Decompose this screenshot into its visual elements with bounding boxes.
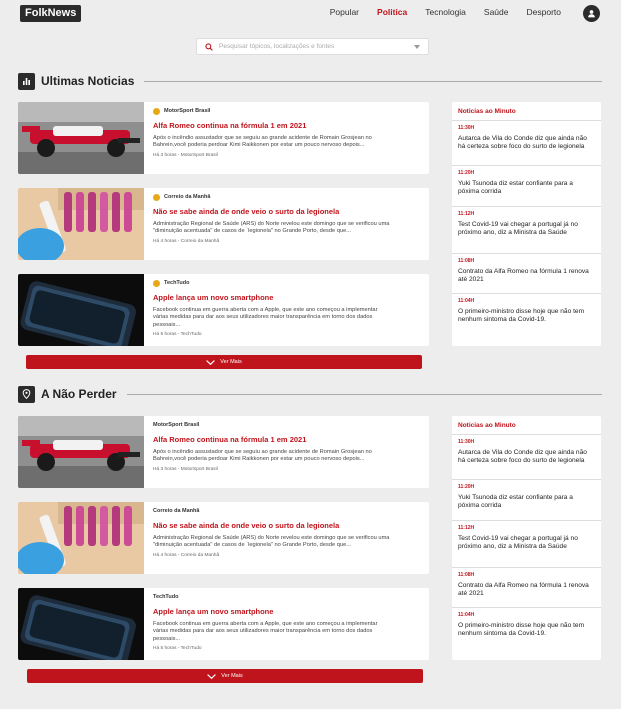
test-tube-image: [18, 188, 144, 260]
article-summary: Facebook continua em guerra aberta com a…: [153, 621, 378, 642]
divider: [126, 393, 602, 395]
minute-news-item[interactable]: 11:08H Contrato da Alfa Romeo na fórmula …: [452, 568, 601, 608]
news-card[interactable]: Correio da Manhã Não se sabe ainda de on…: [18, 188, 429, 260]
nav-popular[interactable]: Popular: [330, 7, 359, 17]
news-card[interactable]: TechTudo Apple lança um novo smartphone …: [18, 588, 429, 660]
f1-car-image: [18, 102, 144, 174]
smartphone-image: [18, 274, 144, 346]
article-meta: Há 3 horas - MotorSport Brasil: [153, 152, 218, 158]
source-logo-icon: [153, 107, 160, 115]
minute-news-item[interactable]: 11:30H Autarca de Vila do Conde diz que a…: [452, 435, 601, 480]
main-nav: Popular Politica Tecnologia Saúde Despor…: [330, 7, 561, 17]
article-title[interactable]: Alfa Romeo continua na fórmula 1 em 2021: [153, 121, 423, 130]
user-avatar[interactable]: [583, 5, 600, 22]
smartphone-image: [18, 588, 144, 660]
divider: [144, 80, 602, 82]
user-icon: [588, 10, 595, 18]
minute-news-item[interactable]: 11:04H O primeiro-ministro disse hoje que…: [452, 294, 601, 342]
source-label: TechTudo: [153, 279, 423, 287]
search-input[interactable]: Pesquisar tópicos, localizações e fontes: [219, 43, 414, 50]
article-title[interactable]: Apple lança um novo smartphone: [153, 607, 423, 616]
minute-news-item[interactable]: 11:12H Test Covid-19 vai chegar a portuga…: [452, 521, 601, 568]
minute-news-item[interactable]: 11:12H Test Covid-19 vai chegar a portuga…: [452, 207, 601, 254]
location-pin-icon: [18, 385, 35, 403]
f1-car-image: [18, 416, 144, 488]
section-title: Ultimas Noticias: [41, 74, 135, 88]
article-summary: Administração Regional de Saúde (ARS) do…: [153, 535, 390, 549]
article-meta: Há 4 horas - Correio da Manhã: [153, 238, 220, 244]
search-icon: [205, 42, 213, 51]
minute-news-item[interactable]: 11:20H Yuki Tsunoda diz estar confiante p…: [452, 166, 601, 207]
see-more-button[interactable]: Ver Mais: [27, 669, 423, 683]
source-logo-icon: [153, 279, 160, 287]
see-more-button[interactable]: Ver Mais: [26, 355, 422, 369]
source-label: MotorSport Brasil: [153, 107, 423, 115]
minute-news-item[interactable]: 11:30H Autarca de Vila do Conde diz que a…: [452, 121, 601, 166]
article-title[interactable]: Não se sabe ainda de onde veio o surto d…: [153, 207, 423, 216]
article-summary: Facebook continua em guerra aberta com a…: [153, 307, 378, 328]
top-bar: FolkNews Popular Politica Tecnologia Saú…: [0, 0, 621, 28]
news-card[interactable]: MotorSport Brasil Alfa Romeo continua na…: [18, 102, 429, 174]
chevron-down-icon: [206, 359, 216, 365]
panel-title: Noticias ao Minuto: [452, 416, 601, 435]
article-title[interactable]: Alfa Romeo continua na fórmula 1 em 2021: [153, 435, 423, 444]
news-card[interactable]: MotorSport Brasil Alfa Romeo continua na…: [18, 416, 429, 488]
minute-news-item[interactable]: 11:04H O primeiro-ministro disse hoje que…: [452, 608, 601, 656]
panel-title: Noticias ao Minuto: [452, 102, 601, 121]
minute-news-item[interactable]: 11:20H Yuki Tsunoda diz estar confiante p…: [452, 480, 601, 521]
test-tube-image: [18, 502, 144, 574]
article-meta: Há 5 horas - TechTudo: [153, 646, 202, 652]
nav-saude[interactable]: Saúde: [484, 7, 509, 17]
article-title[interactable]: Não se sabe ainda de onde veio o surto d…: [153, 521, 423, 530]
article-summary: Administração Regional de Saúde (ARS) do…: [153, 221, 390, 235]
article-meta: Há 5 horas - TechTudo: [153, 332, 202, 338]
search-bar[interactable]: Pesquisar tópicos, localizações e fontes: [196, 38, 429, 55]
source-logo-icon: [153, 193, 160, 201]
news-card[interactable]: Correio da Manhã Não se sabe ainda de on…: [18, 502, 429, 574]
nav-tecnologia[interactable]: Tecnologia: [425, 7, 466, 17]
nav-politica[interactable]: Politica: [377, 7, 407, 17]
news-minute-panel: Noticias ao Minuto 11:30H Autarca de Vila…: [452, 102, 601, 346]
source-label: TechTudo: [153, 594, 179, 600]
minute-news-item[interactable]: 11:08H Contrato da Alfa Romeo na fórmula …: [452, 254, 601, 294]
source-label: MotorSport Brasil: [153, 422, 200, 428]
site-logo[interactable]: FolkNews: [20, 5, 82, 22]
news-card[interactable]: TechTudo Apple lança um novo smartphone …: [18, 274, 429, 346]
article-title[interactable]: Apple lança um novo smartphone: [153, 293, 423, 302]
article-summary: Após o incêndio assustador que se seguiu…: [153, 449, 372, 463]
source-label: Correio da Manhã: [153, 508, 200, 514]
bar-chart-icon: [18, 72, 35, 90]
source-label: Correio da Manhã: [153, 193, 423, 201]
nav-desporto[interactable]: Desporto: [527, 7, 562, 17]
chevron-down-icon: [207, 673, 217, 679]
news-minute-panel: Noticias ao Minuto 11:30H Autarca de Vila…: [452, 416, 601, 660]
article-meta: Há 4 horas - Correio da Manhã: [153, 552, 220, 558]
section-header-dont-miss: A Não Perder: [18, 385, 602, 403]
section-header-latest: Ultimas Noticias: [18, 72, 602, 90]
section-title: A Não Perder: [41, 387, 117, 401]
article-meta: Há 3 horas - MotorSport Brasil: [153, 466, 218, 472]
chevron-down-icon[interactable]: [414, 44, 420, 49]
article-summary: Após o incêndio assustador que se seguiu…: [153, 135, 372, 149]
